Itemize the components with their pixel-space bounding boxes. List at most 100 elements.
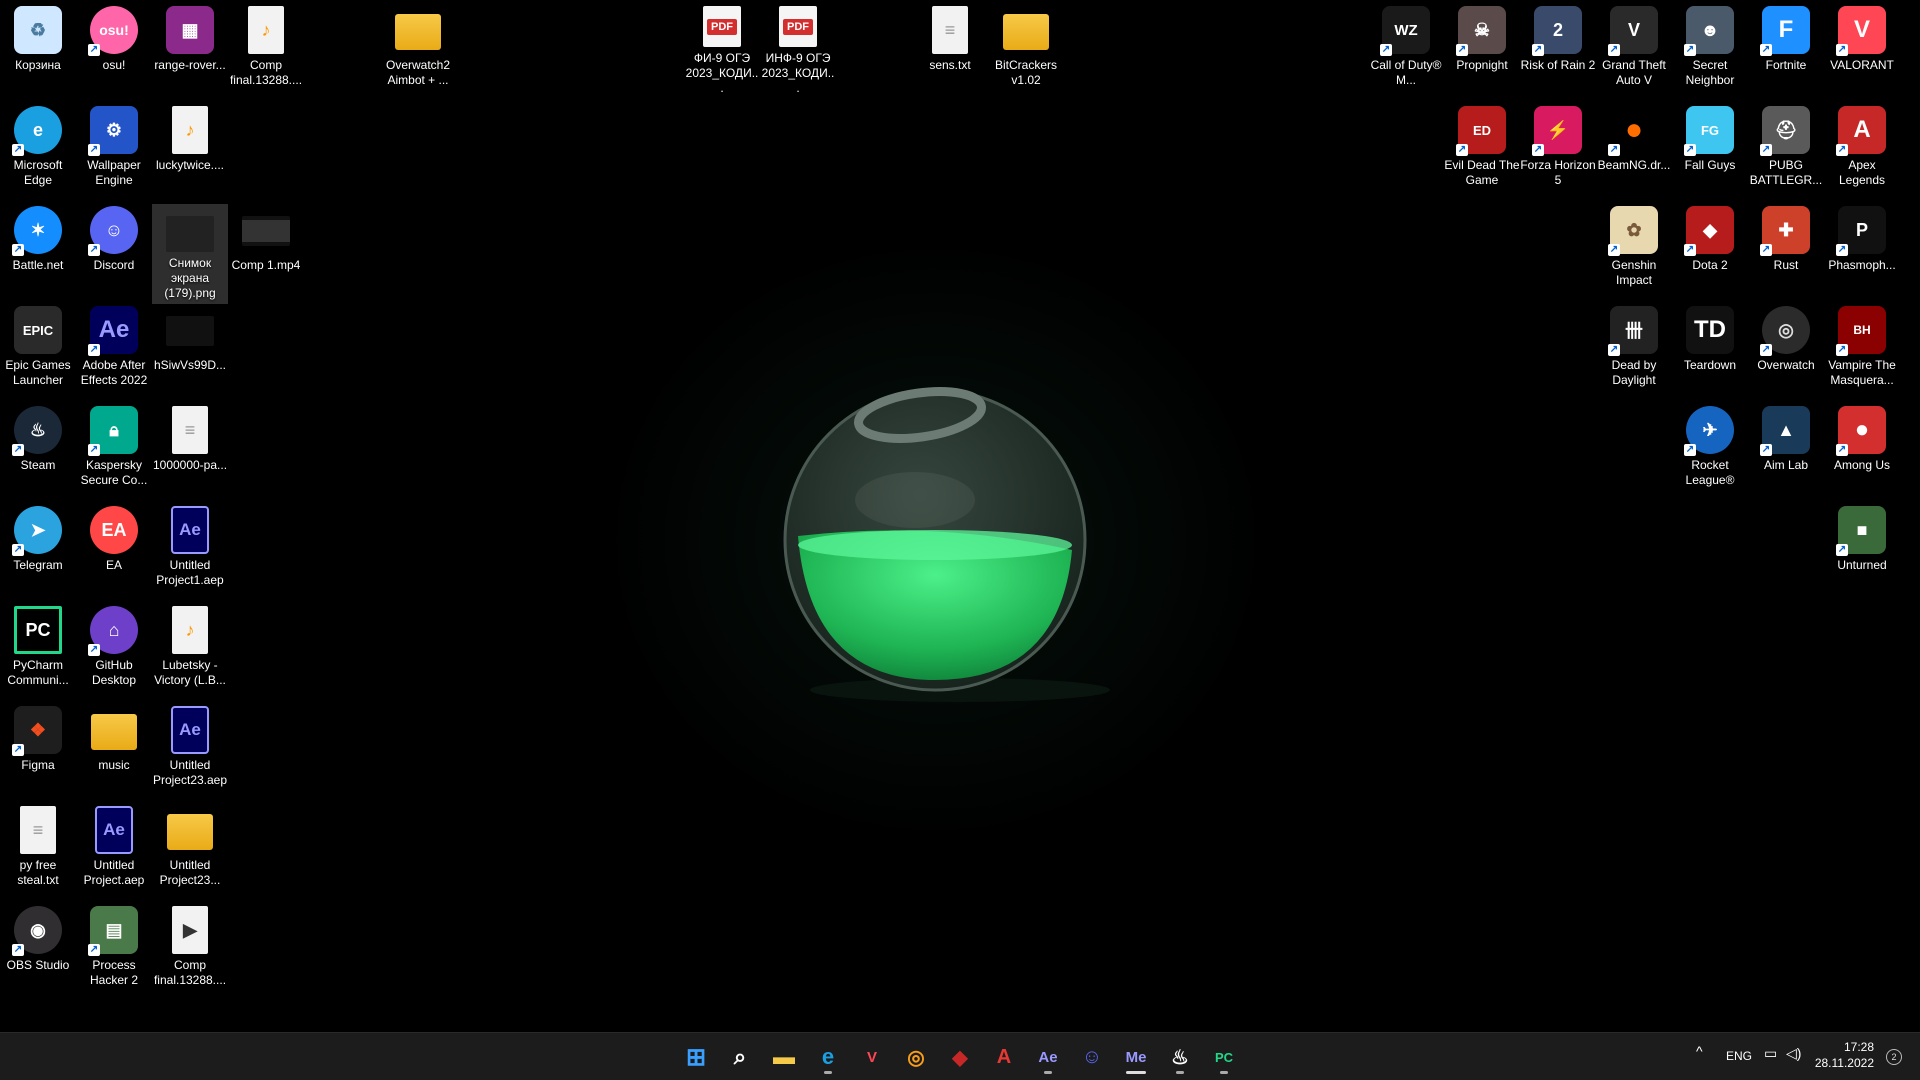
secret-neighbor-icon: ☻ ↗: [1684, 6, 1734, 56]
notifications-badge[interactable]: 2: [1886, 1049, 1902, 1065]
figma-icon: ❖ ↗: [12, 706, 62, 756]
desktop-icon-recycle-bin[interactable]: ♻ Корзина: [0, 0, 76, 96]
image-file-icon: [166, 216, 214, 252]
desktop-icon-label: py free steal.txt: [17, 858, 59, 887]
desktop-icon-aim-lab[interactable]: ▲ ↗ Aim Lab: [1748, 400, 1824, 496]
desktop-icon-beamng[interactable]: ● ↗ BeamNG.dr...: [1596, 100, 1672, 196]
shortcut-arrow-icon: ↗: [88, 444, 100, 456]
overwatch-button[interactable]: ◎: [898, 1039, 934, 1075]
desktop-icon-sens[interactable]: ≡ sens.txt: [912, 0, 988, 96]
desktop-icon-obs[interactable]: ◉ ↗ OBS Studio: [0, 900, 76, 996]
desktop-icon-valorant[interactable]: V ↗ VALORANT: [1824, 0, 1900, 96]
desktop-icon-wallpaper-engine[interactable]: ⚙ ↗ Wallpaper Engine: [76, 100, 152, 196]
rust-icon: ✚ ↗: [1760, 206, 1810, 256]
apex-button[interactable]: A: [986, 1039, 1022, 1075]
evil-dead-icon: ED ↗: [1456, 106, 1506, 156]
desktop-icon-range-rover[interactable]: ▦ range-rover...: [152, 0, 228, 96]
desktop-icon-process-hacker[interactable]: ▤ ↗ Process Hacker 2: [76, 900, 152, 996]
desktop-icon-label: BitCrackers v1.02: [994, 58, 1057, 87]
desktop-icon-untitled-project23-folder[interactable]: Untitled Project23...: [152, 800, 228, 896]
desktop-icon-rocket-league[interactable]: ✈ ↗ Rocket League®: [1672, 400, 1748, 496]
desktop-icon-gta[interactable]: V ↗ Grand Theft Auto V: [1596, 0, 1672, 96]
desktop-icon-genshin[interactable]: ✿ ↗ Genshin Impact: [1596, 200, 1672, 300]
desktop-icon-after-effects[interactable]: Ae ↗ Adobe After Effects 2022: [76, 300, 152, 396]
desktop-icon-fi9[interactable]: PDF ФИ-9 ОГЭ 2023_КОДИ...: [684, 0, 760, 96]
desktop-icon-py-free-steal[interactable]: ≡ py free steal.txt: [0, 800, 76, 896]
start-button[interactable]: ⊞: [678, 1039, 714, 1075]
after-effects-button[interactable]: Ae: [1030, 1039, 1066, 1075]
discord-button[interactable]: ☺: [1074, 1039, 1110, 1075]
desktop-icon-bitcrackers[interactable]: BitCrackers v1.02: [988, 0, 1064, 96]
desktop-icon-pubg[interactable]: ⛑ ↗ PUBG BATTLEGR...: [1748, 100, 1824, 196]
desktop-icon-risk-of-rain[interactable]: 2 ↗ Risk of Rain 2: [1520, 0, 1596, 96]
desktop-icon-1000000-pa[interactable]: ≡ 1000000-pa...: [152, 400, 228, 496]
desktop-icon-untitled-project23[interactable]: Ae Untitled Project23.aep: [152, 700, 228, 796]
desktop-icon-discord[interactable]: ☺ ↗ Discord: [76, 200, 152, 296]
network-icon[interactable]: ▭: [1764, 1045, 1777, 1062]
pycharm-button[interactable]: PC: [1206, 1039, 1242, 1075]
desktop[interactable]: ♻ Корзина e ↗ Microsoft Edge ✶ ↗ Battle.ne…: [0, 0, 1920, 1032]
desktop-icon-call-of-duty[interactable]: WZ ↗ Call of Duty® M...: [1368, 0, 1444, 96]
desktop-icon-dead-by-daylight[interactable]: 卌 ↗ Dead by Daylight: [1596, 300, 1672, 396]
shortcut-arrow-icon: ↗: [1608, 344, 1620, 356]
desktop-icon-forza[interactable]: ⚡ ↗ Forza Horizon 5: [1520, 100, 1596, 196]
desktop-icon-telegram[interactable]: ➤ ↗ Telegram: [0, 500, 76, 596]
desktop-icon-overwatch[interactable]: ◎ ↗ Overwatch: [1748, 300, 1824, 396]
desktop-icon-overwatch2-aimbot[interactable]: Overwatch2 Aimbot + ...: [380, 0, 456, 96]
desktop-icon-figma[interactable]: ❖ ↗ Figma: [0, 700, 76, 796]
desktop-icon-lubetsky[interactable]: ♪ Lubetsky - Victory (L.B...: [152, 600, 228, 696]
desktop-icon-snimok[interactable]: Снимок экрана (179).png: [152, 204, 228, 304]
valorant-button[interactable]: V: [854, 1039, 890, 1075]
desktop-icon-hsiw[interactable]: hSiwVs99D...: [152, 300, 228, 396]
clock[interactable]: 17:28 28.11.2022: [1815, 1039, 1874, 1071]
desktop-icon-unturned[interactable]: ■ ↗ Unturned: [1824, 500, 1900, 596]
media-encoder-button[interactable]: Me: [1118, 1039, 1154, 1075]
desktop-icon-ea[interactable]: EA EA: [76, 500, 152, 596]
desktop-icon-comp-final-media[interactable]: ▶ Comp final.13288....: [152, 900, 228, 996]
aep-file-icon: Ae: [95, 806, 133, 854]
desktop-icon-untitled-project[interactable]: Ae Untitled Project.aep: [76, 800, 152, 896]
edge-button[interactable]: e: [810, 1039, 846, 1075]
tray-chevron-icon[interactable]: ^: [1696, 1043, 1703, 1059]
desktop-icon-osu[interactable]: osu! ↗ osu!: [76, 0, 152, 96]
kaspersky-icon: 🔒︎ ↗: [88, 406, 138, 456]
desktop-icon-fall-guys[interactable]: FG ↗ Fall Guys: [1672, 100, 1748, 196]
desktop-icon-label: Phasmoph...: [1828, 258, 1896, 272]
desktop-icon-untitled-project1[interactable]: Ae Untitled Project1.aep: [152, 500, 228, 596]
desktop-icon-label: Unturned: [1837, 558, 1887, 572]
desktop-icon-propnight[interactable]: ☠ ↗ Propnight: [1444, 0, 1520, 96]
desktop-icon-apex[interactable]: A ↗ Apex Legends: [1824, 100, 1900, 196]
steam-button[interactable]: ♨: [1162, 1039, 1198, 1075]
file-explorer-button[interactable]: ▬: [766, 1039, 802, 1075]
desktop-icon-kaspersky[interactable]: 🔒︎ ↗ Kaspersky Secure Co...: [76, 400, 152, 496]
desktop-icon-github[interactable]: ⌂ ↗ GitHub Desktop: [76, 600, 152, 696]
desktop-icon-battlenet[interactable]: ✶ ↗ Battle.net: [0, 200, 76, 296]
shortcut-arrow-icon: ↗: [1684, 44, 1696, 56]
language-indicator[interactable]: ENG: [1726, 1049, 1752, 1063]
desktop-icon-luckytwice[interactable]: ♪ luckytwice....: [152, 100, 228, 196]
desktop-icon-secret-neighbor[interactable]: ☻ ↗ Secret Neighbor: [1672, 0, 1748, 96]
desktop-icon-steam[interactable]: ♨ ↗ Steam: [0, 400, 76, 496]
volume-icon[interactable]: ◁): [1786, 1045, 1801, 1062]
desktop-icon-label: Untitled Project.aep: [83, 858, 145, 887]
dota-button[interactable]: ◆: [942, 1039, 978, 1075]
desktop-icon-pycharm[interactable]: PC PyCharm Communi...: [0, 600, 76, 696]
desktop-icon-vampire-bloodhunt[interactable]: BH ↗ Vampire The Masquera...: [1824, 300, 1900, 396]
desktop-icon-edge[interactable]: e ↗ Microsoft Edge: [0, 100, 76, 196]
search-button[interactable]: ⌕: [722, 1039, 758, 1075]
desktop-icon-phasmophobia[interactable]: P ↗ Phasmoph...: [1824, 200, 1900, 296]
desktop-icon-dota2[interactable]: ◆ ↗ Dota 2: [1672, 200, 1748, 296]
desktop-icon-fortnite[interactable]: F ↗ Fortnite: [1748, 0, 1824, 96]
desktop-icon-comp1-mp4[interactable]: Comp 1.mp4: [228, 200, 304, 296]
search-icon: ⌕: [733, 1044, 747, 1069]
desktop-icon-rust[interactable]: ✚ ↗ Rust: [1748, 200, 1824, 296]
desktop-icon-inf9[interactable]: PDF ИНФ-9 ОГЭ 2023_КОДИ...: [760, 0, 836, 96]
desktop-icon-teardown[interactable]: TD Teardown: [1672, 300, 1748, 396]
desktop-icon-comp-final-audio[interactable]: ♪ Comp final.13288....: [228, 0, 304, 96]
rocket-league-icon: ✈ ↗: [1684, 406, 1734, 456]
taskbar: ⊞ ⌕ ▬ e V ◎ ◆ A Ae ☺ Me ♨ PC ^ ENG ▭ ◁): [0, 1032, 1920, 1080]
desktop-icon-epic-games[interactable]: EPIC Epic Games Launcher: [0, 300, 76, 396]
desktop-icon-evil-dead[interactable]: ED ↗ Evil Dead The Game: [1444, 100, 1520, 196]
desktop-icon-among-us[interactable]: ● ↗ Among Us: [1824, 400, 1900, 496]
desktop-icon-music[interactable]: music: [76, 700, 152, 796]
